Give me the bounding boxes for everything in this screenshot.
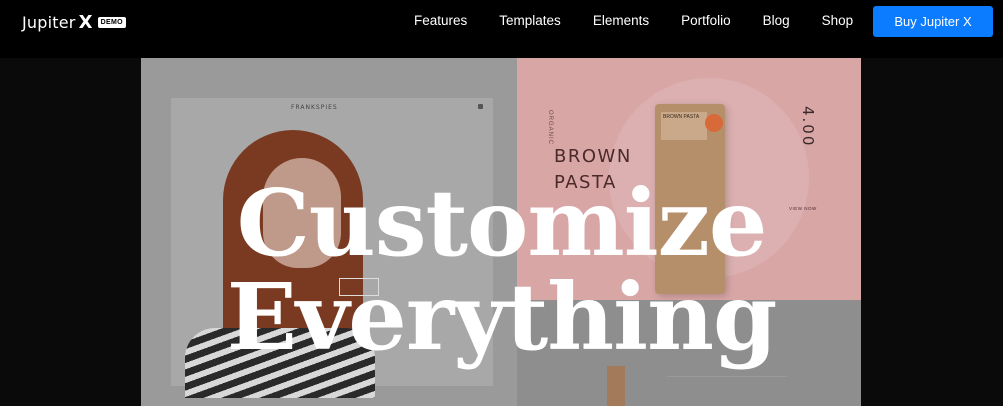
nav-item-blog[interactable]: Blog xyxy=(763,13,790,28)
hero-section: FRANKSPIES ORGANIC BROWN PASTA BROWN PAS… xyxy=(0,58,1003,406)
preview-card-title: FRANKSPIES xyxy=(291,104,338,111)
product-thumbnail xyxy=(607,366,625,406)
demo-badge: DEMO xyxy=(97,17,126,28)
hero-headline-line2: Everything xyxy=(226,263,778,371)
nav-item-templates[interactable]: Templates xyxy=(499,13,561,28)
side-label: ORGANIC xyxy=(547,110,553,146)
brand-logo[interactable]: Jupiter X DEMO xyxy=(22,12,126,33)
pack-label: BROWN PASTA xyxy=(661,112,707,140)
cart-icon xyxy=(478,104,483,109)
hero-headline: Customize Everything xyxy=(0,176,1003,364)
nav-item-features[interactable]: Features xyxy=(414,13,467,28)
main-nav: Features Templates Elements Portfolio Bl… xyxy=(414,13,853,28)
buy-button[interactable]: Buy Jupiter X xyxy=(873,6,993,37)
brand-name-suffix: X xyxy=(78,12,93,33)
nav-item-elements[interactable]: Elements xyxy=(593,13,649,28)
divider xyxy=(667,376,787,377)
product-title-line1: BROWN xyxy=(554,146,632,167)
brand-name: Jupiter xyxy=(22,13,76,32)
pack-sticker xyxy=(705,114,723,132)
product-price: 4.00 xyxy=(799,106,817,148)
hero-headline-line1: Customize xyxy=(236,169,768,277)
nav-item-portfolio[interactable]: Portfolio xyxy=(681,13,731,28)
site-header: Jupiter X DEMO Features Templates Elemen… xyxy=(0,0,1003,44)
nav-item-shop[interactable]: Shop xyxy=(822,13,854,28)
